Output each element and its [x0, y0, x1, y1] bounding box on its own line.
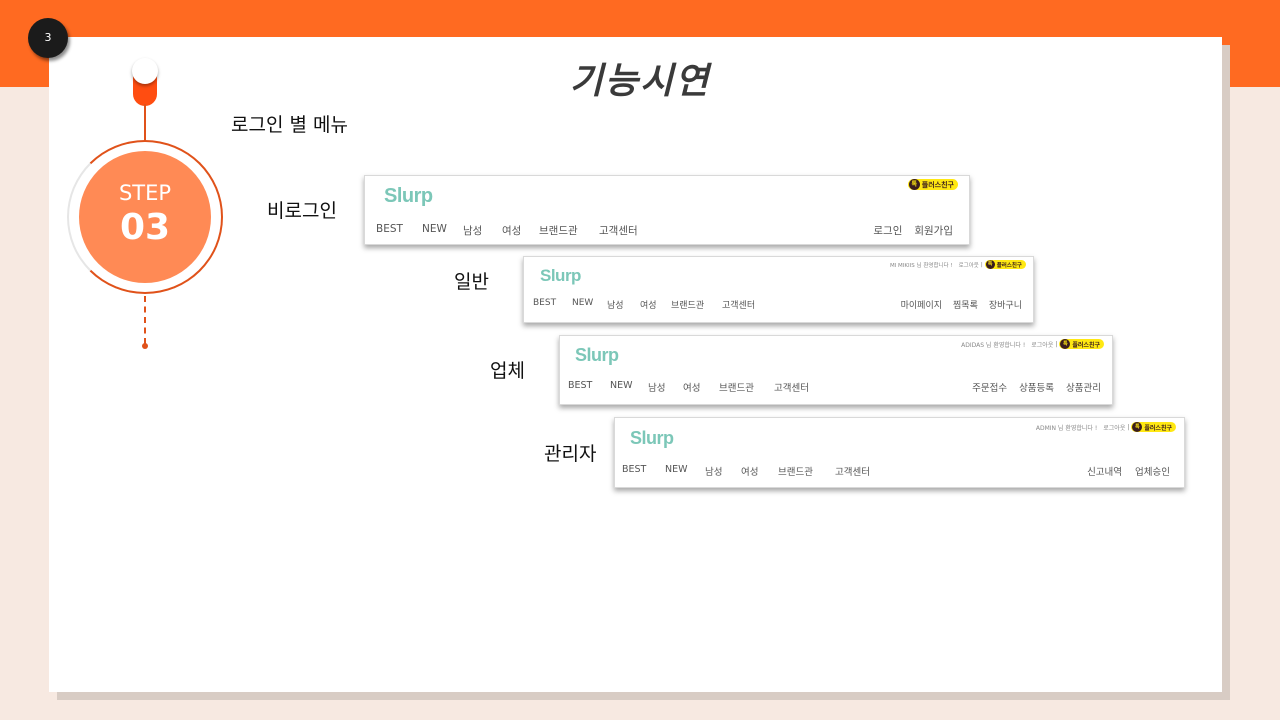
timeline-pin-head	[132, 58, 158, 84]
timeline-connector	[144, 104, 146, 142]
menu-item-best[interactable]: BEST	[533, 298, 572, 311]
section-subtitle: 로그인 별 메뉴	[231, 114, 348, 136]
top-info-bar: 톡 플러스친구	[907, 179, 958, 190]
menu-item-support[interactable]: 고객센터	[835, 464, 883, 478]
kakao-label: 플러스친구	[996, 262, 1022, 269]
kakao-icon: 톡	[908, 179, 920, 190]
site-logo[interactable]: Slurp	[384, 185, 433, 208]
kakao-label: 플러스친구	[921, 180, 954, 189]
menu-item-new[interactable]: NEW	[572, 298, 607, 311]
menu-item-support[interactable]: 고객센터	[774, 380, 822, 394]
timeline-end-dot	[142, 343, 148, 349]
divider: |	[1127, 423, 1130, 431]
menu-item-women[interactable]: 여성	[683, 380, 719, 394]
welcome-message: ADMIN 님 환영합니다 !	[1035, 424, 1098, 432]
vendor-menu: 주문접수 상품등록 상품관리	[972, 380, 1101, 394]
main-menu: BEST NEW 남성 여성 브랜드관 고객센터	[568, 380, 822, 394]
kakao-plus-friend-button[interactable]: 톡 플러스친구	[1059, 339, 1104, 349]
account-menu: 로그인 회원가입	[873, 223, 953, 238]
menu-item-support[interactable]: 고객센터	[599, 223, 649, 238]
menu-item-new[interactable]: NEW	[422, 223, 463, 238]
kakao-icon: 톡	[1060, 339, 1071, 349]
header-preview-guest: Slurp 톡 플러스친구 BEST NEW 남성 여성 브랜드관 고객센터 로…	[364, 175, 970, 245]
logout-link[interactable]: 로그아웃	[1031, 340, 1053, 349]
menu-item-men[interactable]: 남성	[607, 298, 640, 311]
order-receipt-link[interactable]: 주문접수	[972, 380, 1007, 394]
report-history-link[interactable]: 신고내역	[1087, 464, 1122, 478]
menu-item-men[interactable]: 남성	[705, 464, 741, 478]
top-info-bar: MI MIKIIS 님 환영합니다 ! 로그아웃 | 톡 플러스친구	[890, 260, 1026, 269]
step-label: STEP	[118, 181, 172, 205]
row-label-admin: 관리자	[544, 443, 597, 465]
menu-item-women[interactable]: 여성	[741, 464, 778, 478]
menu-item-new[interactable]: NEW	[610, 380, 648, 394]
menu-item-men[interactable]: 남성	[648, 380, 683, 394]
welcome-message: MI MIKIIS 님 환영합니다 !	[889, 262, 953, 269]
kakao-label: 플러스친구	[1072, 341, 1100, 349]
kakao-label: 플러스친구	[1144, 424, 1172, 432]
product-manage-link[interactable]: 상품관리	[1066, 380, 1101, 394]
timeline-dashed-line	[144, 296, 146, 344]
site-logo[interactable]: Slurp	[630, 428, 674, 449]
main-menu: BEST NEW 남성 여성 브랜드관 고객센터	[622, 464, 883, 478]
kakao-plus-friend-button[interactable]: 톡 플러스친구	[907, 179, 958, 190]
logout-link[interactable]: 로그아웃	[959, 261, 979, 269]
menu-item-best[interactable]: BEST	[622, 464, 665, 478]
main-menu: BEST NEW 남성 여성 브랜드관 고객센터	[533, 298, 766, 311]
account-menu: 마이페이지 찜목록 장바구니	[901, 298, 1022, 311]
cart-link[interactable]: 장바구니	[989, 298, 1022, 311]
product-register-link[interactable]: 상품등록	[1019, 380, 1054, 394]
menu-item-brand[interactable]: 브랜드관	[719, 380, 774, 394]
site-logo[interactable]: Slurp	[540, 266, 581, 286]
top-info-bar: ADMIN 님 환영합니다 ! 로그아웃 | 톡 플러스친구	[1036, 422, 1176, 432]
top-info-bar: ADIDAS 님 환영합니다 ! 로그아웃 | 톡 플러스친구	[961, 339, 1104, 349]
row-label-vendor: 업체	[490, 360, 525, 382]
row-label-member: 일반	[454, 271, 489, 293]
site-logo[interactable]: Slurp	[575, 345, 619, 366]
step-number: 03	[119, 207, 171, 248]
menu-item-support[interactable]: 고객센터	[722, 298, 766, 311]
vendor-approval-link[interactable]: 업체승인	[1135, 464, 1170, 478]
menu-item-women[interactable]: 여성	[502, 223, 539, 238]
menu-item-brand[interactable]: 브랜드관	[778, 464, 835, 478]
slide-number-badge: 3	[28, 18, 68, 58]
admin-menu: 신고내역 업체승인	[1087, 464, 1170, 478]
welcome-message: ADIDAS 님 환영합니다 !	[961, 341, 1026, 349]
divider: |	[1055, 340, 1058, 348]
header-preview-member: Slurp MI MIKIIS 님 환영합니다 ! 로그아웃 | 톡 플러스친구…	[523, 256, 1034, 323]
divider: |	[980, 261, 983, 268]
kakao-icon: 톡	[1132, 422, 1143, 432]
header-preview-admin: Slurp ADMIN 님 환영합니다 ! 로그아웃 | 톡 플러스친구 BES…	[614, 417, 1185, 488]
slide-title: 기능시연	[569, 61, 711, 102]
mypage-link[interactable]: 마이페이지	[901, 298, 942, 311]
login-link[interactable]: 로그인	[873, 223, 902, 238]
menu-item-men[interactable]: 남성	[463, 223, 502, 238]
step-badge: STEP 03	[79, 151, 211, 283]
menu-item-best[interactable]: BEST	[568, 380, 610, 394]
menu-item-new[interactable]: NEW	[665, 464, 705, 478]
menu-item-best[interactable]: BEST	[376, 223, 422, 238]
main-menu: BEST NEW 남성 여성 브랜드관 고객센터	[376, 223, 649, 238]
header-preview-vendor: Slurp ADIDAS 님 환영합니다 ! 로그아웃 | 톡 플러스친구 BE…	[559, 335, 1113, 405]
row-label-guest: 비로그인	[267, 200, 337, 222]
kakao-plus-friend-button[interactable]: 톡 플러스친구	[984, 260, 1026, 269]
kakao-plus-friend-button[interactable]: 톡 플러스친구	[1131, 422, 1176, 432]
wishlist-link[interactable]: 찜목록	[953, 298, 978, 311]
menu-item-brand[interactable]: 브랜드관	[671, 298, 722, 311]
signup-link[interactable]: 회원가입	[914, 223, 953, 238]
menu-item-brand[interactable]: 브랜드관	[539, 223, 599, 238]
logout-link[interactable]: 로그아웃	[1103, 423, 1125, 432]
kakao-icon: 톡	[985, 260, 995, 269]
menu-item-women[interactable]: 여성	[640, 298, 671, 311]
